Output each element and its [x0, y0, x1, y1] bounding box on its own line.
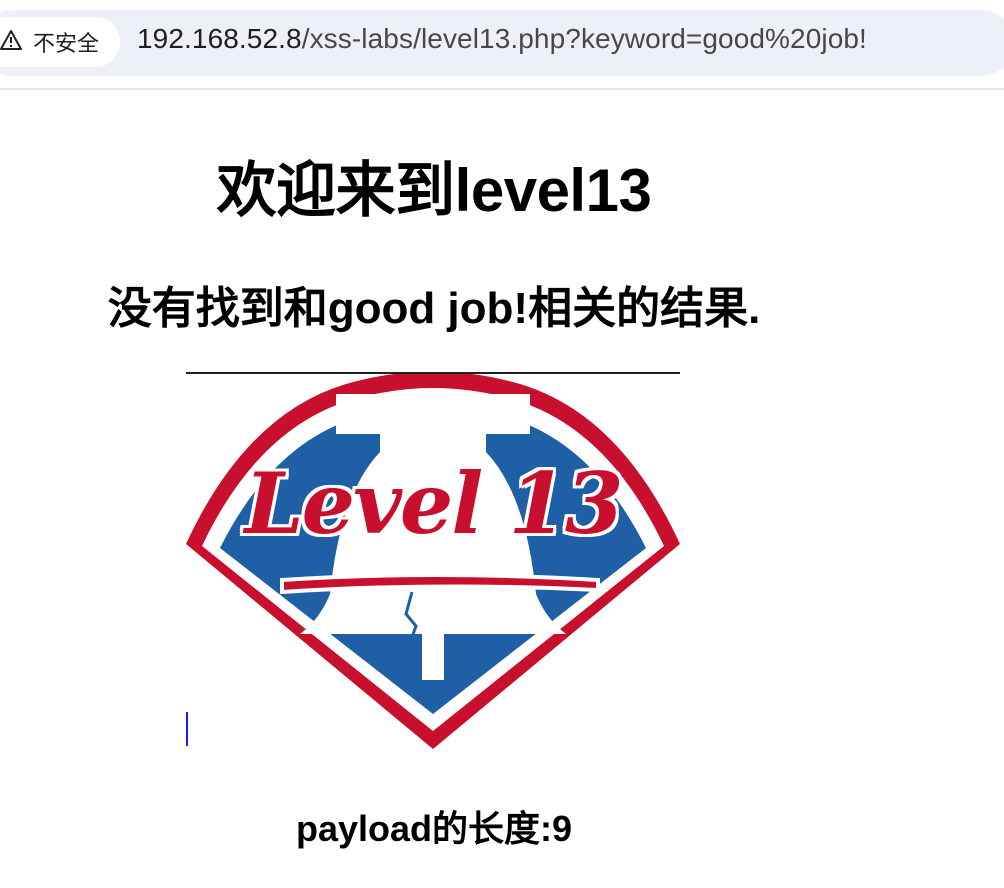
warning-triangle-icon — [0, 30, 22, 50]
level-logo-graphic — [186, 374, 680, 749]
security-label[interactable]: 不安全 — [33, 26, 99, 58]
search-result-text: 没有找到和good job!相关的结果. — [107, 284, 761, 333]
level-logo-image: Level 13 — [186, 372, 680, 749]
url-text[interactable]: 192.168.52.8/xss-labs/level13.php?keywor… — [137, 23, 867, 55]
text-caret — [186, 712, 188, 746]
page-title: 欢迎来到level13 — [216, 157, 652, 224]
payload-length-text: payload的长度:9 — [295, 808, 573, 849]
url-host: 192.168.52.8 — [137, 23, 302, 54]
logo-text: Level 13 — [244, 454, 624, 553]
browser-toolbar: 不安全 192.168.52.8/xss-labs/level13.php?ke… — [0, 0, 1004, 90]
url-path: /xss-labs/level13.php?keyword=good%20job… — [301, 23, 867, 54]
